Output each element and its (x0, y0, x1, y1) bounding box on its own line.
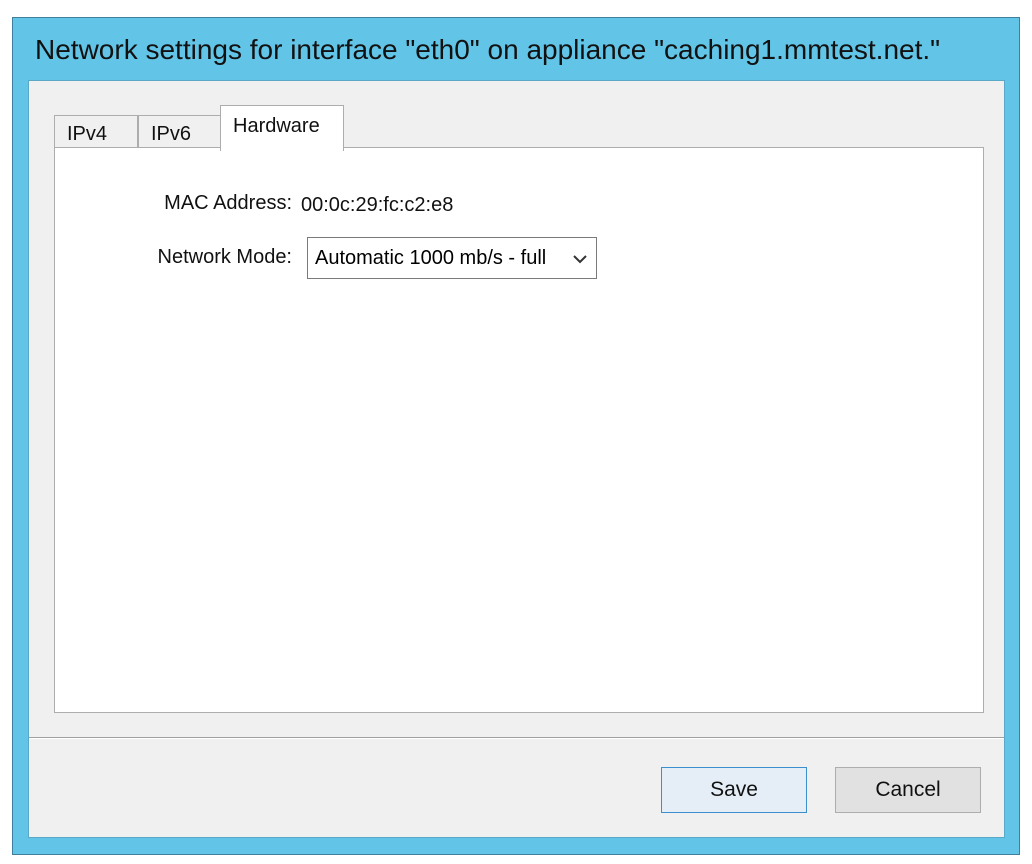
tab-ipv4[interactable]: IPv4 (54, 115, 138, 149)
tab-hardware[interactable]: Hardware (220, 105, 344, 151)
window-title: Network settings for interface "eth0" on… (35, 34, 941, 65)
mac-address-value: 00:0c:29:fc:c2:e8 (301, 194, 454, 216)
network-mode-select[interactable]: Automatic 1000 mb/s - full (307, 237, 597, 279)
button-area-separator (29, 737, 1004, 739)
network-mode-label: Network Mode: (157, 246, 293, 268)
chevron-down-icon (573, 255, 587, 264)
dialog-client-area: IPv4 IPv6 Hardware MAC Address: 00:0c:29… (28, 80, 1005, 838)
dialog-window: Network settings for interface "eth0" on… (12, 17, 1020, 855)
mac-address-label: MAC Address: (164, 192, 292, 214)
hardware-tab-panel: MAC Address: 00:0c:29:fc:c2:e8 Network M… (54, 147, 984, 713)
save-button[interactable]: Save (661, 767, 807, 813)
cancel-button[interactable]: Cancel (835, 767, 981, 813)
network-mode-selected-value: Automatic 1000 mb/s - full (315, 247, 547, 269)
tab-ipv6[interactable]: IPv6 (138, 115, 221, 149)
